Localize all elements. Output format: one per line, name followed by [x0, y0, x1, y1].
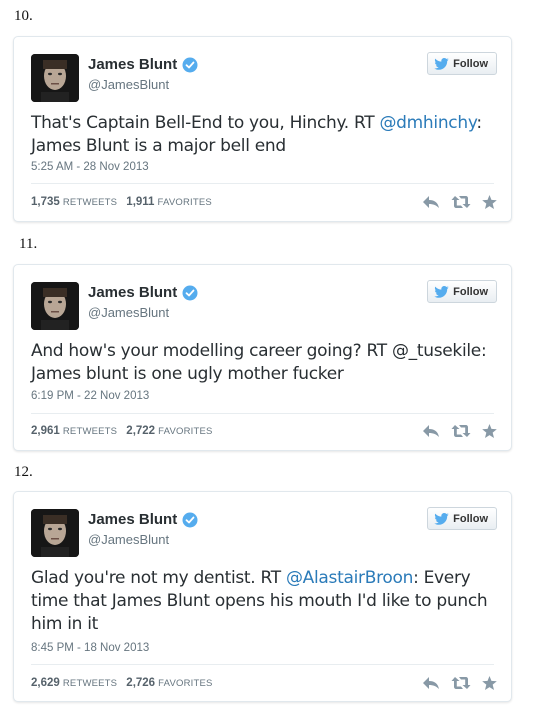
star-icon[interactable] — [482, 195, 497, 214]
retweets-label: RETWEETS — [62, 678, 118, 689]
user-handle[interactable]: @JamesBlunt — [88, 77, 169, 92]
twitter-bird-icon — [434, 57, 449, 70]
list-number: 10. — [14, 8, 33, 24]
tweet-text-part: And how's your modelling career going? R… — [31, 341, 487, 384]
retweet-icon[interactable] — [451, 424, 471, 443]
user-name[interactable]: James Blunt — [88, 56, 198, 73]
timestamp[interactable]: 8:45 PM - 18 Nov 2013 — [31, 642, 149, 654]
timestamp[interactable]: 6:19 PM - 22 Nov 2013 — [31, 390, 149, 402]
verified-badge-icon — [182, 57, 198, 72]
follow-button[interactable]: Follow — [427, 52, 497, 75]
divider — [31, 664, 494, 665]
user-handle[interactable]: @JamesBlunt — [88, 305, 169, 320]
tweet-text-part: That's Captain Bell-End to you, Hinchy. … — [31, 113, 380, 133]
avatar[interactable] — [31, 509, 79, 557]
tweet-card: James Blunt @JamesBlunt Follow That's Ca… — [13, 36, 512, 222]
favorite-count[interactable]: 2,722 — [126, 425, 155, 437]
tweet-text: Glad you're not my dentist. RT @Alastair… — [31, 567, 501, 636]
follow-button[interactable]: Follow — [427, 507, 497, 530]
reply-icon[interactable] — [422, 676, 440, 695]
user-name[interactable]: James Blunt — [88, 511, 198, 528]
retweet-icon[interactable] — [451, 676, 471, 695]
tweet-card: James Blunt @JamesBlunt Follow Glad you'… — [13, 491, 512, 702]
tweet-actions — [422, 195, 497, 214]
follow-label: Follow — [453, 57, 488, 70]
twitter-bird-icon — [434, 512, 449, 525]
tweet-actions — [422, 676, 497, 695]
mention-link[interactable]: @AlastairBroon — [286, 568, 413, 588]
follow-label: Follow — [453, 285, 488, 298]
tweet-text: That's Captain Bell-End to you, Hinchy. … — [31, 112, 501, 158]
tweet-text-part: Glad you're not my dentist. RT — [31, 568, 286, 588]
tweet-actions — [422, 424, 497, 443]
tweet-stats: 2,961 RETWEETS 2,722 FAVORITES — [31, 425, 219, 437]
divider — [31, 183, 494, 184]
user-name-text[interactable]: James Blunt — [88, 56, 177, 73]
twitter-bird-icon — [434, 285, 449, 298]
tweet-stats: 2,629 RETWEETS 2,726 FAVORITES — [31, 677, 219, 689]
favorites-label: FAVORITES — [158, 426, 213, 437]
user-name[interactable]: James Blunt — [88, 284, 198, 301]
retweet-count[interactable]: 2,961 — [31, 425, 60, 437]
reply-icon[interactable] — [422, 424, 440, 443]
timestamp[interactable]: 5:25 AM - 28 Nov 2013 — [31, 161, 149, 173]
tweet-stats: 1,735 RETWEETS 1,911 FAVORITES — [31, 196, 218, 208]
tweet-card: James Blunt @JamesBlunt Follow And how's… — [13, 264, 512, 451]
retweets-label: RETWEETS — [62, 197, 118, 208]
verified-badge-icon — [182, 512, 198, 527]
user-name-text[interactable]: James Blunt — [88, 284, 177, 301]
retweet-count[interactable]: 1,735 — [31, 196, 60, 208]
follow-label: Follow — [453, 512, 488, 525]
favorites-label: FAVORITES — [157, 197, 212, 208]
divider — [31, 413, 494, 414]
user-handle[interactable]: @JamesBlunt — [88, 532, 169, 547]
avatar[interactable] — [31, 282, 79, 330]
favorite-count[interactable]: 1,911 — [126, 196, 154, 208]
retweets-label: RETWEETS — [62, 426, 118, 437]
reply-icon[interactable] — [422, 195, 440, 214]
user-name-text[interactable]: James Blunt — [88, 511, 177, 528]
star-icon[interactable] — [482, 424, 497, 443]
verified-badge-icon — [182, 285, 198, 300]
star-icon[interactable] — [482, 676, 497, 695]
favorites-label: FAVORITES — [158, 678, 213, 689]
tweet-text: And how's your modelling career going? R… — [31, 340, 501, 386]
follow-button[interactable]: Follow — [427, 280, 497, 303]
avatar[interactable] — [31, 54, 79, 102]
list-number: 11. — [19, 236, 38, 252]
retweet-icon[interactable] — [451, 195, 471, 214]
favorite-count[interactable]: 2,726 — [126, 677, 155, 689]
retweet-count[interactable]: 2,629 — [31, 677, 60, 689]
list-number: 12. — [14, 464, 33, 480]
mention-link[interactable]: @dmhinchy — [379, 113, 476, 133]
